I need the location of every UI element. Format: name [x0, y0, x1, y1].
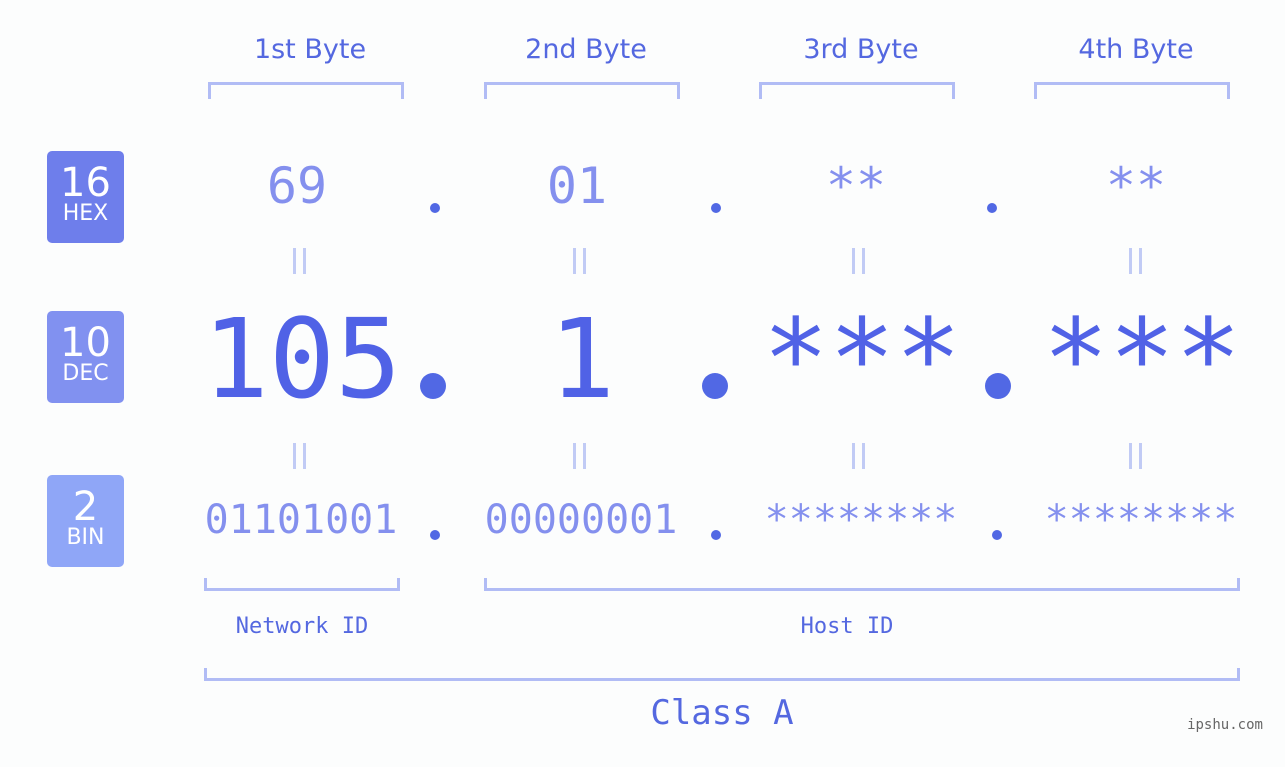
watermark: ipshu.com [1187, 717, 1263, 733]
bin-base-label: BIN [66, 525, 105, 550]
hex-badge: 16 HEX [47, 151, 124, 243]
bin-byte-3: ******** [764, 497, 958, 543]
dec-byte-1: 105 [202, 295, 402, 423]
hex-separator-dot [711, 203, 721, 213]
byte-header-4: 4th Byte [1078, 34, 1194, 65]
equals-marker [573, 443, 586, 469]
network-id-bracket [204, 578, 400, 591]
byte-header-2: 2nd Byte [525, 34, 647, 65]
bin-byte-2: 00000001 [484, 497, 678, 543]
host-id-label: Host ID [800, 614, 894, 639]
hex-byte-2: 01 [546, 157, 608, 215]
bin-separator-dot [430, 530, 440, 540]
byte-header-3: 3rd Byte [803, 34, 919, 65]
class-bracket [204, 668, 1240, 681]
dec-byte-3: *** [762, 295, 962, 423]
byte-bracket-1 [208, 82, 404, 99]
host-id-bracket [484, 578, 1240, 591]
hex-byte-3: ** [825, 157, 887, 215]
bin-separator-dot [711, 530, 721, 540]
bin-separator-dot [992, 530, 1002, 540]
byte-bracket-3 [759, 82, 955, 99]
equals-marker [852, 443, 865, 469]
byte-header-1: 1st Byte [253, 34, 367, 65]
hex-separator-dot [430, 203, 440, 213]
byte-bracket-4 [1034, 82, 1230, 99]
dec-byte-4: *** [1042, 295, 1242, 423]
dec-separator-dot [420, 373, 446, 399]
equals-marker [1129, 443, 1142, 469]
class-label: Class A [650, 693, 794, 733]
hex-byte-4: ** [1105, 157, 1167, 215]
dec-separator-dot [985, 373, 1011, 399]
hex-byte-1: 69 [266, 157, 328, 215]
dec-byte-2: 1 [548, 295, 616, 423]
network-id-label: Network ID [235, 614, 369, 639]
dec-separator-dot [702, 373, 728, 399]
dec-base-label: DEC [62, 361, 109, 386]
hex-separator-dot [987, 203, 997, 213]
equals-marker [852, 248, 865, 274]
bin-base-number: 2 [72, 484, 99, 530]
bin-byte-1: 01101001 [204, 497, 398, 543]
hex-base-number: 16 [60, 160, 111, 206]
dec-badge: 10 DEC [47, 311, 124, 403]
equals-marker [293, 248, 306, 274]
hex-base-label: HEX [62, 201, 109, 226]
equals-marker [573, 248, 586, 274]
equals-marker [293, 443, 306, 469]
bin-badge: 2 BIN [47, 475, 124, 567]
bin-byte-4: ******** [1044, 497, 1238, 543]
dec-base-number: 10 [60, 320, 111, 366]
equals-marker [1129, 248, 1142, 274]
byte-bracket-2 [484, 82, 680, 99]
